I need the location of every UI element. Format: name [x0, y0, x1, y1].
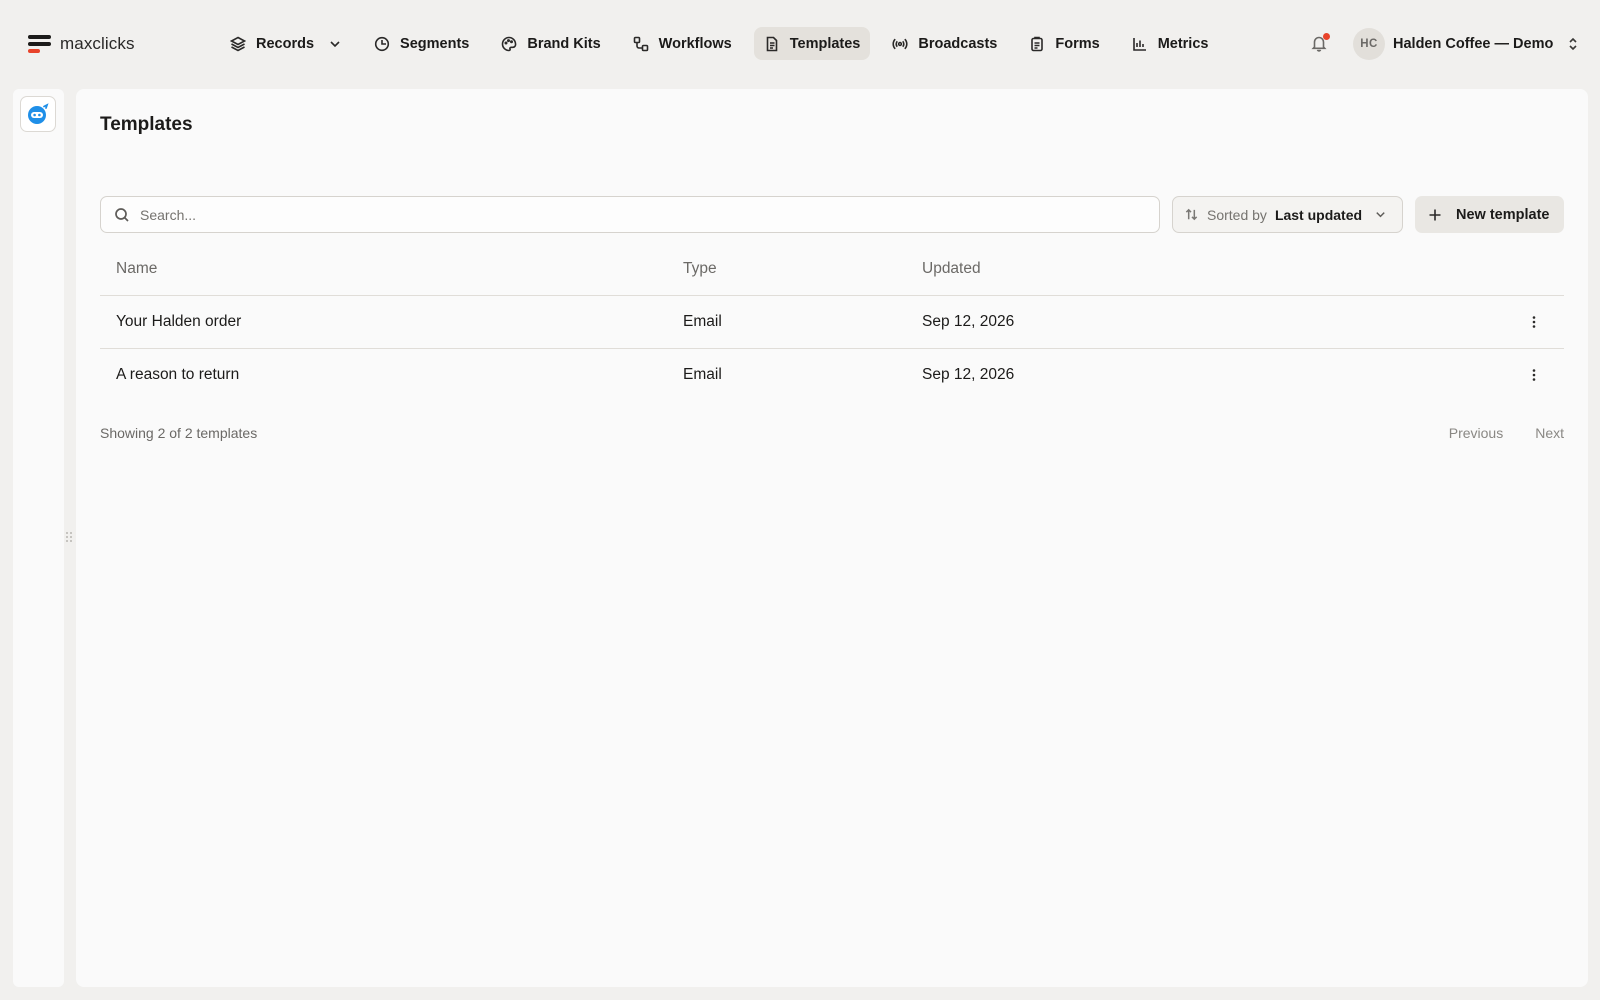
- top-bar: maxclicks Records Segments Brand Kits Wo…: [0, 0, 1600, 88]
- nav-item-templates[interactable]: Templates: [753, 27, 871, 60]
- nav-item-label: Templates: [789, 35, 861, 52]
- template-updated: Sep 12, 2026: [922, 366, 1015, 383]
- segment-pie-icon: [374, 36, 390, 51]
- template-type: Email: [683, 313, 722, 330]
- nav-item-label: Brand Kits: [527, 35, 601, 52]
- column-header-name[interactable]: Name: [116, 260, 157, 278]
- nav-item-brand-kits[interactable]: Brand Kits: [491, 27, 610, 60]
- more-vertical-icon: [1532, 316, 1536, 328]
- main-panel: Templates Sorted by Last updated New tem…: [76, 89, 1588, 987]
- template-type: Email: [683, 366, 722, 383]
- sort-dropdown[interactable]: Sorted by Last updated: [1172, 196, 1403, 233]
- nav-item-broadcasts[interactable]: Broadcasts: [882, 27, 1007, 60]
- previous-page-button[interactable]: Previous: [1449, 425, 1503, 441]
- account-name: Halden Coffee — Demo: [1393, 36, 1554, 52]
- main-nav: Records Segments Brand Kits Workflows Te…: [220, 27, 1228, 60]
- row-menu-button[interactable]: [1522, 363, 1546, 387]
- notification-dot: [1323, 33, 1330, 40]
- brand-name: maxclicks: [60, 34, 135, 53]
- nav-item-segments[interactable]: Segments: [364, 27, 479, 60]
- nav-item-metrics[interactable]: Metrics: [1122, 27, 1219, 60]
- search-box[interactable]: [100, 196, 1160, 233]
- palette-icon: [502, 36, 517, 51]
- left-rail: [13, 89, 64, 987]
- template-updated: Sep 12, 2026: [922, 313, 1015, 330]
- sort-arrows-icon: [1185, 208, 1198, 221]
- new-template-label: New template: [1456, 206, 1550, 223]
- layers-icon: [230, 36, 246, 51]
- broadcast-icon: [892, 38, 908, 49]
- workflow-icon: [633, 36, 648, 51]
- new-template-button[interactable]: New template: [1415, 196, 1564, 233]
- nav-item-workflows[interactable]: Workflows: [623, 27, 742, 60]
- pagination: Previous Next: [1449, 425, 1564, 441]
- nav-item-label: Metrics: [1157, 35, 1209, 52]
- column-header-updated[interactable]: Updated: [922, 260, 981, 278]
- chevron-up-down-icon: [1569, 37, 1577, 51]
- bar-chart-icon: [1132, 37, 1146, 51]
- nav-item-records[interactable]: Records: [220, 27, 352, 60]
- nav-item-label: Records: [256, 35, 315, 52]
- nav-item-forms[interactable]: Forms: [1019, 27, 1109, 60]
- nav-item-label: Broadcasts: [918, 35, 998, 52]
- row-menu-button[interactable]: [1522, 310, 1546, 334]
- search-input[interactable]: [140, 206, 1120, 223]
- table-row[interactable]: A reason to return Email Sep 12, 2026: [100, 349, 1564, 402]
- templates-table: Name Type Updated Your Halden order Emai…: [100, 242, 1564, 402]
- sort-value: Last updated: [1274, 206, 1363, 223]
- account-switcher[interactable]: HC Halden Coffee — Demo: [1353, 27, 1579, 61]
- nav-item-label: Forms: [1055, 35, 1100, 52]
- column-header-type[interactable]: Type: [683, 260, 717, 278]
- template-name: A reason to return: [116, 366, 240, 383]
- brand-logo[interactable]: maxclicks: [28, 32, 135, 56]
- more-vertical-icon: [1532, 369, 1536, 381]
- clipboard-icon: [1031, 36, 1044, 51]
- avatar: HC: [1353, 28, 1385, 60]
- next-page-button[interactable]: Next: [1535, 425, 1564, 441]
- assistant-button[interactable]: [20, 96, 56, 132]
- rail-resize-handle[interactable]: [66, 532, 74, 546]
- page-title: Templates: [100, 114, 193, 135]
- notifications-button[interactable]: [1310, 33, 1330, 54]
- document-icon: [766, 36, 778, 51]
- nav-item-label: Workflows: [658, 35, 732, 52]
- plus-icon: [1429, 209, 1441, 220]
- chevron-down-icon: [1376, 212, 1385, 218]
- nav-item-label: Segments: [400, 35, 470, 52]
- results-count: Showing 2 of 2 templates: [100, 425, 258, 441]
- brand-mark-icon: [28, 33, 52, 55]
- template-name: Your Halden order: [116, 313, 242, 330]
- chevron-down-icon: [330, 40, 340, 47]
- table-header: Name Type Updated: [100, 242, 1564, 296]
- assistant-bot-icon: [28, 103, 49, 124]
- search-icon: [115, 207, 129, 222]
- table-row[interactable]: Your Halden order Email Sep 12, 2026: [100, 296, 1564, 349]
- sort-prefix: Sorted by: [1207, 206, 1267, 223]
